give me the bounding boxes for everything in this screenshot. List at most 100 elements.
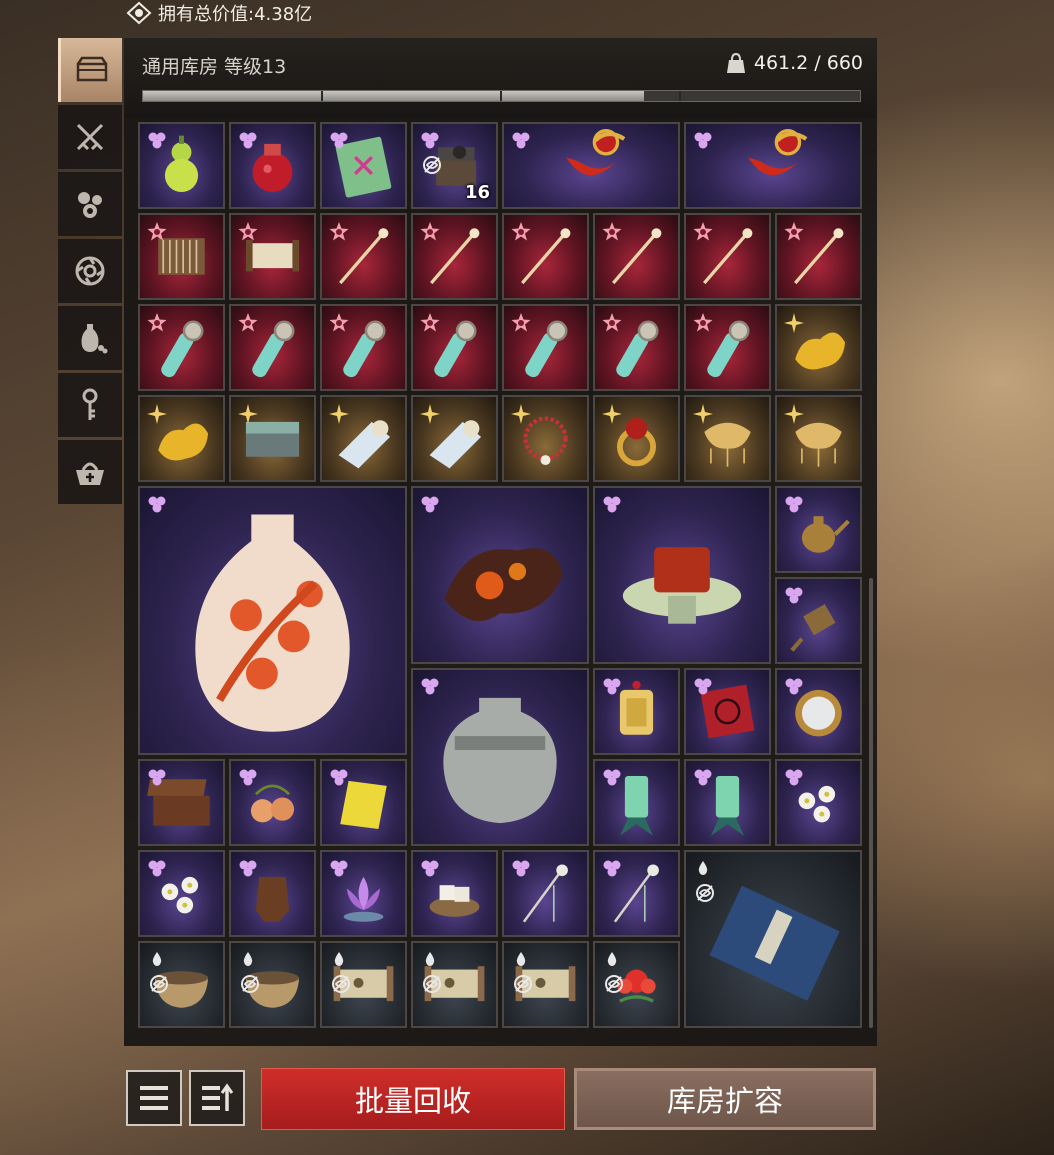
tab-vessels[interactable] bbox=[58, 306, 122, 370]
item-slot-map-scroll-3[interactable] bbox=[502, 941, 589, 1028]
tab-jade[interactable] bbox=[58, 239, 122, 303]
rarity-badge-icon bbox=[783, 494, 805, 516]
item-slot-leather-glove[interactable] bbox=[229, 850, 316, 937]
rarity-badge-icon bbox=[237, 312, 259, 334]
rarity-badge-icon bbox=[328, 858, 350, 880]
item-slot-lotus-lamp[interactable] bbox=[320, 850, 407, 937]
item-slot-iron-box[interactable]: 16 bbox=[411, 122, 498, 209]
item-slot-bronze-mirror[interactable] bbox=[775, 668, 862, 755]
rarity-badge-icon bbox=[146, 403, 168, 425]
item-slot-paper-cut[interactable] bbox=[684, 668, 771, 755]
tab-keys[interactable] bbox=[58, 373, 122, 437]
rarity-badge-icon bbox=[601, 312, 623, 334]
item-slot-hairpin-4[interactable] bbox=[593, 213, 680, 300]
item-slot-bowl-1[interactable] bbox=[138, 941, 225, 1028]
item-slot-yellow-paper[interactable] bbox=[320, 759, 407, 846]
item-slot-jade-rod-4[interactable] bbox=[411, 304, 498, 391]
item-slot-map-scroll-2[interactable] bbox=[411, 941, 498, 1028]
tab-all-storage[interactable] bbox=[58, 38, 122, 102]
item-slot-tassel-plaque[interactable] bbox=[593, 668, 680, 755]
item-slot-harp[interactable] bbox=[138, 213, 225, 300]
rarity-badge-icon bbox=[692, 221, 714, 243]
item-slot-jade-rod-5[interactable] bbox=[502, 304, 589, 391]
item-slot-white-cakes[interactable] bbox=[411, 850, 498, 937]
rarity-badge-icon bbox=[510, 858, 532, 880]
rarity-badge-icon bbox=[419, 312, 441, 334]
key-icon bbox=[82, 388, 98, 420]
item-slot-ruby-ring[interactable] bbox=[593, 395, 680, 482]
item-slot-map-scroll-1[interactable] bbox=[320, 941, 407, 1028]
rarity-badge-icon bbox=[419, 403, 441, 425]
tab-flowers[interactable] bbox=[58, 172, 122, 236]
item-slot-bronze-tool[interactable] bbox=[775, 577, 862, 664]
rarity-badge-icon bbox=[419, 858, 441, 880]
capacity-bar-tick bbox=[679, 91, 681, 101]
eye-icon bbox=[126, 1, 152, 25]
sort-button[interactable] bbox=[189, 1070, 245, 1126]
item-slot-peaches[interactable] bbox=[229, 759, 316, 846]
rarity-badge-icon bbox=[237, 767, 259, 789]
batch-recycle-button[interactable]: 批量回收 bbox=[261, 1068, 565, 1130]
item-slot-jade-rod-3[interactable] bbox=[320, 304, 407, 391]
item-slot-red-blade-2[interactable] bbox=[684, 122, 862, 209]
item-slot-jade-rod-7[interactable] bbox=[684, 304, 771, 391]
item-slot-gold-nugget-2[interactable] bbox=[138, 395, 225, 482]
item-slot-scroll[interactable] bbox=[229, 213, 316, 300]
item-slot-green-gourd[interactable] bbox=[138, 122, 225, 209]
bind-lock-icon bbox=[512, 973, 534, 995]
item-slot-hairpin-5[interactable] bbox=[684, 213, 771, 300]
item-slot-gold-nugget-1[interactable] bbox=[775, 304, 862, 391]
item-slot-white-flowers-2[interactable] bbox=[138, 850, 225, 937]
item-slot-hairpin-6[interactable] bbox=[775, 213, 862, 300]
item-slot-hairpin-2[interactable] bbox=[411, 213, 498, 300]
warehouse-title: 通用库房 等级13 bbox=[142, 56, 287, 78]
item-slot-jade-hairpin-2[interactable] bbox=[593, 850, 680, 937]
item-slot-jade-rod-1[interactable] bbox=[138, 304, 225, 391]
rarity-badge-icon bbox=[783, 676, 805, 698]
item-slot-red-flower[interactable] bbox=[593, 941, 680, 1028]
list-view-button[interactable] bbox=[126, 1070, 182, 1126]
item-slot-hairpin-3[interactable] bbox=[502, 213, 589, 300]
tab-baskets[interactable] bbox=[58, 440, 122, 504]
item-slot-jade-chest[interactable] bbox=[229, 395, 316, 482]
rarity-badge-icon bbox=[146, 858, 168, 880]
item-slot-red-wine-jar[interactable] bbox=[229, 122, 316, 209]
grid-scrollbar[interactable] bbox=[869, 578, 873, 1028]
item-slot-green-card[interactable] bbox=[320, 122, 407, 209]
item-slot-white-flowers-1[interactable] bbox=[775, 759, 862, 846]
item-slot-braised-pork[interactable] bbox=[593, 486, 771, 664]
water-drop-icon bbox=[243, 951, 253, 966]
item-slot-jade-rod-6[interactable] bbox=[593, 304, 680, 391]
water-drop-icon bbox=[152, 951, 162, 966]
tab-weapons[interactable] bbox=[58, 105, 122, 169]
item-slot-hairpin-1[interactable] bbox=[320, 213, 407, 300]
item-slot-bowl-2[interactable] bbox=[229, 941, 316, 1028]
item-slot-teapot[interactable] bbox=[775, 486, 862, 573]
item-slot-jade-seal-2[interactable] bbox=[684, 759, 771, 846]
rarity-badge-icon bbox=[783, 585, 805, 607]
item-slot-gold-lock-pendant-2[interactable] bbox=[775, 395, 862, 482]
expand-warehouse-button[interactable]: 库房扩容 bbox=[574, 1068, 876, 1130]
rarity-badge-icon bbox=[146, 130, 168, 152]
item-slot-silk-roll-1[interactable] bbox=[320, 395, 407, 482]
item-slot-silk-roll-2[interactable] bbox=[411, 395, 498, 482]
chest-icon bbox=[76, 56, 107, 82]
item-slot-blue-book[interactable] bbox=[684, 850, 862, 1028]
item-slot-jade-seal-1[interactable] bbox=[593, 759, 680, 846]
item-slot-jade-rod-2[interactable] bbox=[229, 304, 316, 391]
item-slot-gold-lock-pendant-1[interactable] bbox=[684, 395, 771, 482]
item-slot-jade-hairpin-1[interactable] bbox=[502, 850, 589, 937]
rarity-badge-icon bbox=[510, 312, 532, 334]
item-slot-red-blade-1[interactable] bbox=[502, 122, 680, 209]
list-icon bbox=[140, 1086, 168, 1110]
item-slot-bead-necklace[interactable] bbox=[502, 395, 589, 482]
rarity-badge-icon bbox=[601, 767, 623, 789]
item-slot-amber-root[interactable] bbox=[411, 486, 589, 664]
water-drop-icon bbox=[516, 951, 526, 966]
rarity-badge-icon bbox=[419, 221, 441, 243]
capacity-display: 461.2 / 660 bbox=[726, 52, 863, 74]
rarity-badge-icon bbox=[783, 767, 805, 789]
item-slot-wooden-case[interactable] bbox=[138, 759, 225, 846]
item-slot-gray-jar[interactable] bbox=[411, 668, 589, 846]
item-slot-plum-blossom-vase[interactable] bbox=[138, 486, 407, 755]
